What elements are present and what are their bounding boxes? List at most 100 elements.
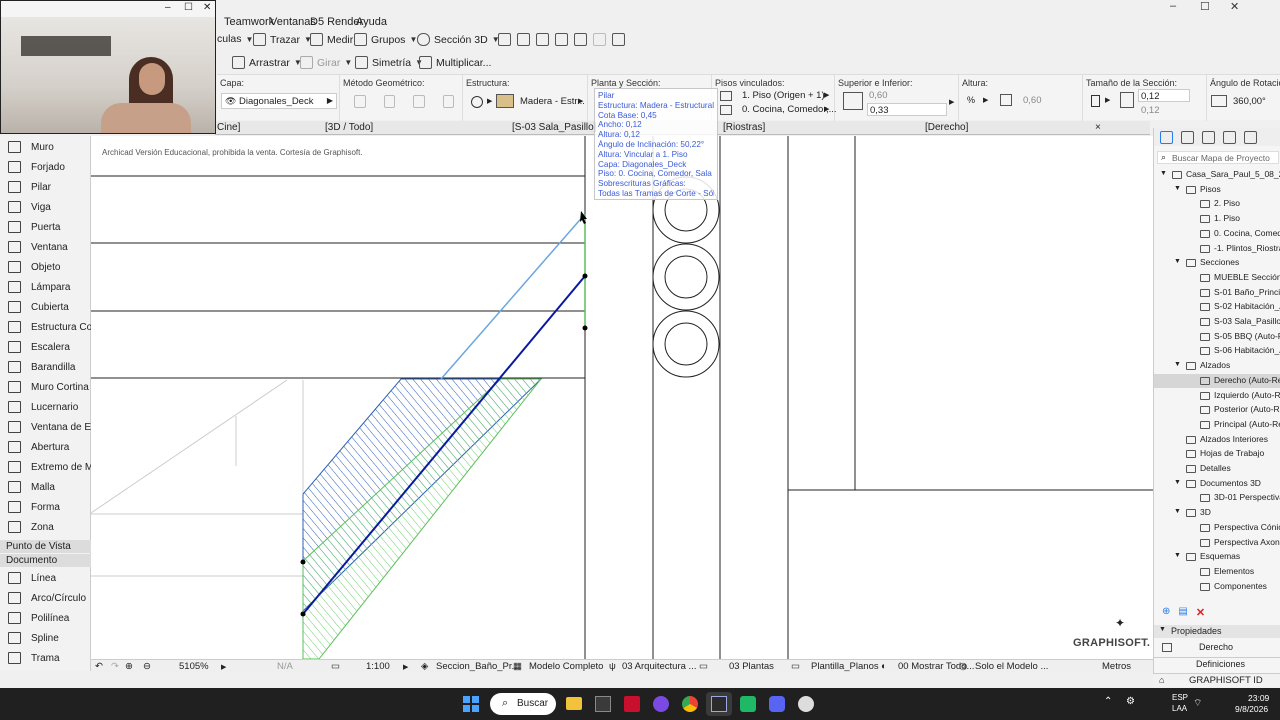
navigator-item[interactable]: Detalles <box>1154 462 1280 476</box>
navigator-item[interactable]: 0. Cocina, Comedor, <box>1154 227 1280 241</box>
navigator-item[interactable]: Perspectiva Axonome <box>1154 536 1280 550</box>
menu-teamwork[interactable]: Teamwork <box>224 16 274 28</box>
tool-line[interactable]: Línea <box>0 568 91 588</box>
tool-polyline[interactable]: Polilínea <box>0 608 91 628</box>
windows-start-icon[interactable] <box>463 696 479 712</box>
redo-icon[interactable]: ↷ <box>111 661 119 672</box>
new-view-icon[interactable]: ⊕ <box>1162 606 1170 620</box>
tool-spline[interactable]: Spline <box>0 628 91 648</box>
discord-icon[interactable] <box>769 696 785 712</box>
language-1[interactable]: ESP <box>1172 693 1188 702</box>
clock-time[interactable]: 23:09 <box>1248 693 1269 703</box>
maximize-button[interactable]: ☐ <box>1200 0 1210 13</box>
tool-column[interactable]: Pilar <box>0 177 91 197</box>
navigator-item[interactable]: ▼ Secciones <box>1154 256 1280 270</box>
tool-complex-profile[interactable]: Estructura Com... <box>0 317 109 337</box>
trazar-button[interactable]: Trazar ▼ <box>253 33 312 46</box>
chevron-down-icon[interactable]: ▼ <box>1174 185 1181 192</box>
navigator-item[interactable]: ▼ Casa_Sara_Paul_5_08_26 <box>1154 168 1280 182</box>
tool-wall[interactable]: Muro <box>0 137 91 157</box>
navigator-item[interactable]: Posterior (Auto-Reco <box>1154 403 1280 417</box>
chevron-down-icon[interactable]: ▼ <box>1174 552 1181 559</box>
tilted-method-icon[interactable] <box>442 95 454 108</box>
layout-book-icon[interactable] <box>1202 131 1215 144</box>
navigator-item[interactable]: ▼ Pisos <box>1154 183 1280 197</box>
tool-beam[interactable]: Viga <box>0 197 91 217</box>
drawing-svg[interactable] <box>91 136 1153 659</box>
navigator-item[interactable]: S-05 BBQ (Auto-Recc <box>1154 330 1280 344</box>
tool-window[interactable]: Ventana <box>0 237 91 257</box>
tool-opening[interactable]: Abertura <box>0 437 91 457</box>
house-icon[interactable] <box>612 33 625 46</box>
taskbar-search[interactable]: ⌕ Buscar <box>490 693 556 715</box>
settings-icon[interactable]: ▤ <box>1178 606 1187 620</box>
dimension-set[interactable]: 03 Plantas <box>729 661 774 672</box>
navigator-item[interactable]: ▼ Documentos 3D <box>1154 477 1280 491</box>
layer-combo[interactable]: Seccion_Baño_Pr... <box>436 661 519 672</box>
navigator-item[interactable]: S-02 Habitación_Altil <box>1154 300 1280 314</box>
close-window-button[interactable]: ✕ <box>1230 0 1239 13</box>
navigator-item[interactable]: Principal (Auto-Reco <box>1154 418 1280 432</box>
navigator-item[interactable]: 2. Piso <box>1154 197 1280 211</box>
tool-door[interactable]: Puerta <box>0 217 91 237</box>
pen-set[interactable]: 03 Arquitectura ... <box>622 661 696 672</box>
navigator-item[interactable]: ▼ Alzados <box>1154 359 1280 373</box>
magic-wand-icon[interactable] <box>517 33 530 46</box>
navigator-item[interactable]: S-06 Habitación_Altil <box>1154 344 1280 358</box>
menu-ayuda[interactable]: Ayuda <box>356 16 387 28</box>
chrome-icon[interactable] <box>682 696 698 712</box>
graphisoft-id-bar[interactable]: ⌂ GRAPHISOFT ID <box>1153 673 1280 687</box>
tool-fill[interactable]: Trama <box>0 648 91 668</box>
navigator-item[interactable]: Componentes <box>1154 580 1280 594</box>
rotation-value[interactable]: N/A <box>277 661 293 672</box>
webcam-minimize-button[interactable]: – <box>165 2 171 13</box>
tab-3d-todo[interactable]: [3D / Todo] <box>325 122 373 133</box>
navigator-item[interactable]: ▼ 3D <box>1154 506 1280 520</box>
grid-icon[interactable] <box>593 33 606 46</box>
tool-stair[interactable]: Escalera <box>0 337 91 357</box>
clock-date[interactable]: 9/8/2026 <box>1235 704 1268 714</box>
zoom-out-icon[interactable]: ⊖ <box>143 661 151 672</box>
tool-corner-window[interactable]: Ventana de Es... <box>0 417 104 437</box>
navigator-item[interactable]: 1. Piso <box>1154 212 1280 226</box>
navigator-item[interactable]: MUEBLE Sección Cor <box>1154 271 1280 285</box>
navigator-item[interactable]: Perspectiva Cónica <box>1154 521 1280 535</box>
tab-s03-sala[interactable]: [S-03 Sala_Pasillo] <box>512 122 597 133</box>
tool-skylight[interactable]: Lucernario <box>0 397 91 417</box>
toolbar-partial-item[interactable]: culas ▼ <box>217 33 253 45</box>
multiplicar-button[interactable]: Multiplicar... <box>419 56 491 69</box>
view-map-icon[interactable] <box>1181 131 1194 144</box>
angle-method-icon[interactable] <box>413 95 425 108</box>
toolbox-section-punto-de-vista[interactable]: Punto de Vista <box>0 540 91 553</box>
plantilla-set[interactable]: Plantilla_Planos <box>811 661 879 672</box>
offset-icon[interactable] <box>555 33 568 46</box>
zoom-in-icon[interactable]: ⊕ <box>125 661 133 672</box>
wifi-icon[interactable]: ⌔ <box>1193 697 1202 710</box>
app-icon[interactable] <box>653 696 669 712</box>
settings-gear-icon[interactable] <box>798 696 814 712</box>
navigator-item[interactable]: ▼ Esquemas <box>1154 550 1280 564</box>
seccion3d-button[interactable]: Sección 3D ▼ <box>417 33 500 46</box>
drawing-canvas[interactable]: Archicad Versión Educacional, prohibida … <box>91 136 1153 659</box>
tool-railing[interactable]: Barandilla <box>0 357 91 377</box>
navigator-item[interactable]: Hojas de Trabajo <box>1154 447 1280 461</box>
zoom-value[interactable]: 5105% <box>179 661 209 672</box>
chevron-down-icon[interactable]: ▼ <box>1160 170 1167 177</box>
graphics-app-icon[interactable] <box>711 696 727 712</box>
file-explorer-icon[interactable] <box>566 697 582 710</box>
acrobat-icon[interactable] <box>624 696 640 712</box>
definiciones-button[interactable]: Definiciones <box>1154 657 1280 670</box>
navigator-item[interactable]: Derecho (Auto-Reco <box>1154 373 1280 388</box>
delete-icon[interactable]: ✕ <box>1196 606 1205 620</box>
guide-icon[interactable] <box>536 33 549 46</box>
corner-icon[interactable] <box>574 33 587 46</box>
tool-lamp[interactable]: Lámpara <box>0 277 91 297</box>
scale-value[interactable]: 1:100 <box>366 661 390 672</box>
chevron-down-icon[interactable]: ▼ <box>1174 361 1181 368</box>
tool-curtain-wall[interactable]: Muro Cortina <box>0 377 91 397</box>
tool-mesh[interactable]: Malla <box>0 477 91 497</box>
solo-set[interactable]: Solo el Modelo ... <box>975 661 1048 672</box>
superior-input[interactable]: 0,33 <box>867 103 947 116</box>
circle-profile-icon[interactable] <box>471 96 483 108</box>
wood-material-icon[interactable] <box>496 94 514 108</box>
